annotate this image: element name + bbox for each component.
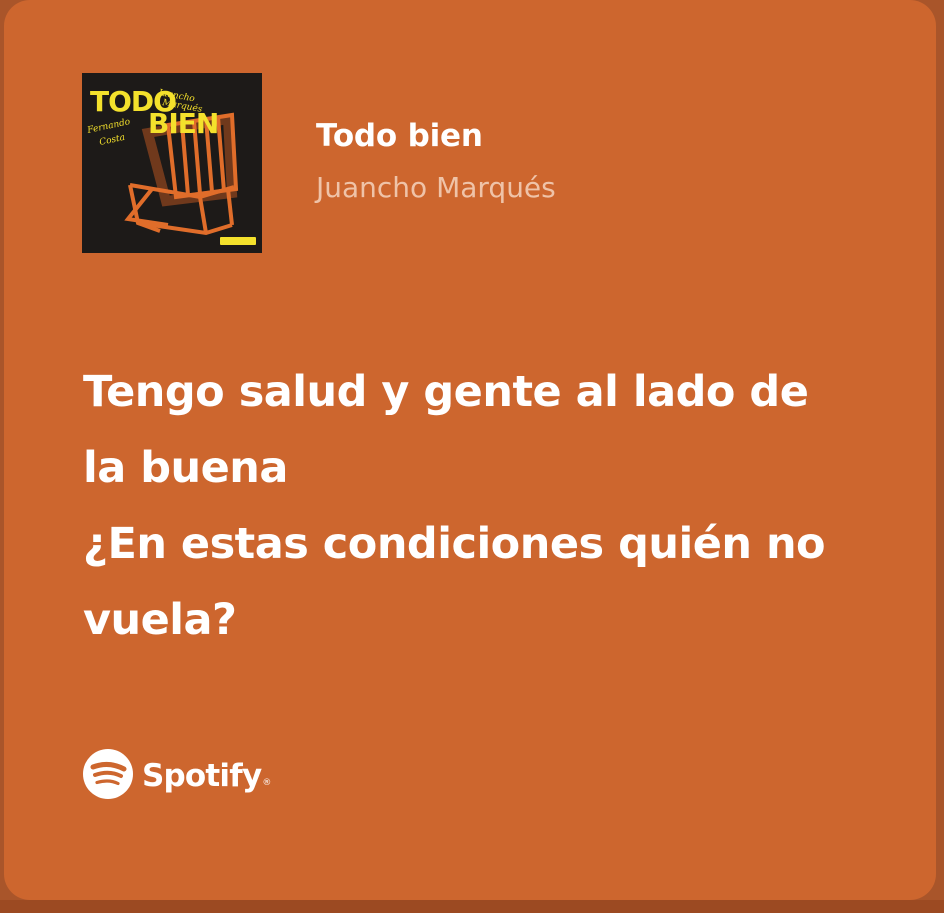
registered-mark: ®	[262, 778, 272, 788]
track-artist[interactable]: Juancho Marqués	[316, 171, 556, 204]
lyric-line: Tengo salud y gente al lado de	[83, 367, 809, 417]
track-title[interactable]: Todo bien	[316, 118, 483, 154]
album-cover-art: TODO BIEN Juancho Marqués Fernando Costa	[82, 73, 262, 253]
lyric-line: ¿En estas condiciones quién no	[83, 519, 826, 569]
bottom-edge	[0, 900, 944, 913]
lyric-line: la buena	[83, 443, 288, 493]
spotify-wordmark: Spotify	[142, 758, 262, 794]
lyric-line: vuela?	[83, 595, 237, 645]
lyrics-share-card: TODO BIEN Juancho Marqués Fernando Costa…	[4, 0, 936, 900]
svg-text:BIEN: BIEN	[148, 107, 218, 140]
spotify-logo-icon	[82, 748, 134, 804]
spotify-brand[interactable]: Spotify ®	[82, 748, 272, 804]
lyrics-block: Tengo salud y gente al lado de la buena …	[83, 354, 903, 658]
album-cover[interactable]: TODO BIEN Juancho Marqués Fernando Costa	[82, 73, 262, 253]
